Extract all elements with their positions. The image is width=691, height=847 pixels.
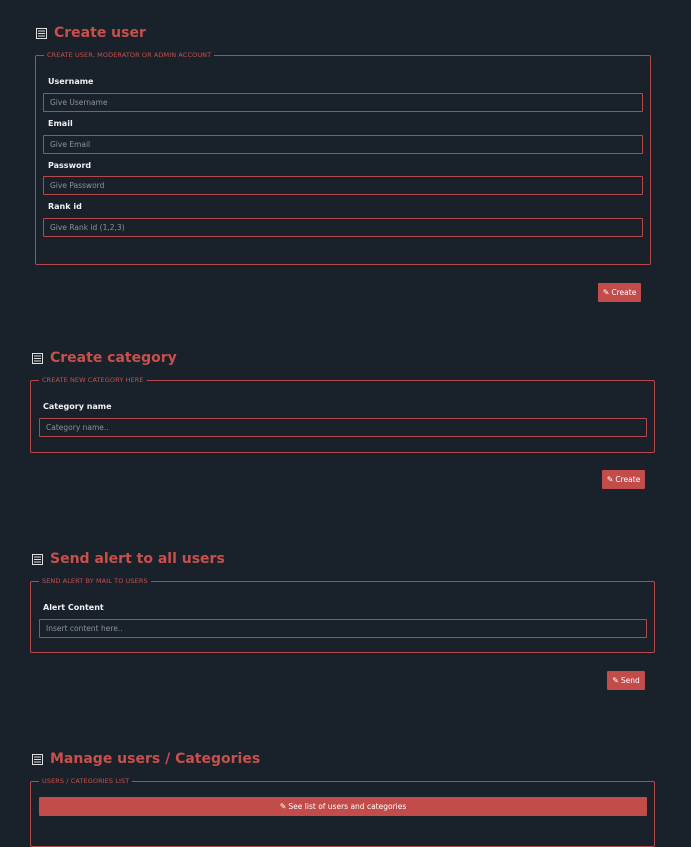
- create-category-title: Create category: [50, 350, 177, 366]
- username-label: Username: [48, 77, 94, 86]
- email-label: Email: [48, 119, 73, 128]
- create-category-button-label: Create: [615, 475, 641, 484]
- see-list-button-label: See list of users and categories: [288, 802, 407, 811]
- send-alert-heading: Send alert to all users: [32, 549, 225, 569]
- list-icon: [36, 27, 47, 39]
- create-category-section: Create category: [32, 348, 177, 368]
- create-category-heading: Create category: [32, 348, 177, 368]
- alert-content-label: Alert Content: [43, 603, 104, 612]
- manage-title: Manage users / Categories: [50, 751, 261, 767]
- send-alert-legend: Send alert by mail to users: [42, 577, 148, 585]
- send-alert-fieldset: Send alert by mail to users: [30, 577, 655, 653]
- pencil-icon: ✎: [606, 474, 614, 484]
- password-field[interactable]: [43, 176, 643, 195]
- send-alert-button[interactable]: ✎ Send: [607, 671, 645, 690]
- create-user-heading: Create user: [36, 23, 146, 43]
- create-user-title: Create user: [54, 25, 146, 41]
- list-icon: [32, 352, 43, 364]
- send-alert-title: Send alert to all users: [50, 551, 225, 567]
- list-icon: [32, 553, 43, 565]
- username-field[interactable]: [43, 93, 643, 112]
- create-category-fieldset: Create new category here: [30, 376, 655, 453]
- pencil-icon: ✎: [602, 287, 610, 297]
- manage-section: Manage users / Categories: [32, 749, 260, 769]
- create-user-legend: Create user, moderator or admin account: [47, 51, 212, 59]
- create-user-button[interactable]: ✎ Create: [598, 283, 641, 302]
- manage-legend: Users / categories list: [42, 777, 130, 785]
- alert-content-field[interactable]: [39, 619, 647, 638]
- see-list-button[interactable]: ✎ See list of users and categories: [39, 797, 647, 816]
- create-user-section: Create user: [36, 23, 146, 43]
- rank-id-label: Rank id: [48, 202, 82, 211]
- password-label: Password: [48, 161, 92, 170]
- send-alert-section: Send alert to all users: [32, 549, 225, 569]
- send-alert-button-label: Send: [620, 676, 640, 685]
- create-category-legend: Create new category here: [42, 376, 144, 384]
- category-name-field[interactable]: [39, 418, 647, 437]
- rank-id-field[interactable]: [43, 218, 643, 237]
- create-category-button[interactable]: ✎ Create: [602, 470, 645, 489]
- pencil-icon: ✎: [612, 675, 619, 685]
- pencil-icon: ✎: [279, 801, 287, 811]
- category-name-label: Category name: [43, 402, 112, 411]
- list-icon: [32, 753, 43, 765]
- create-user-button-label: Create: [611, 288, 637, 297]
- manage-heading: Manage users / Categories: [32, 749, 260, 769]
- email-field[interactable]: [43, 135, 643, 154]
